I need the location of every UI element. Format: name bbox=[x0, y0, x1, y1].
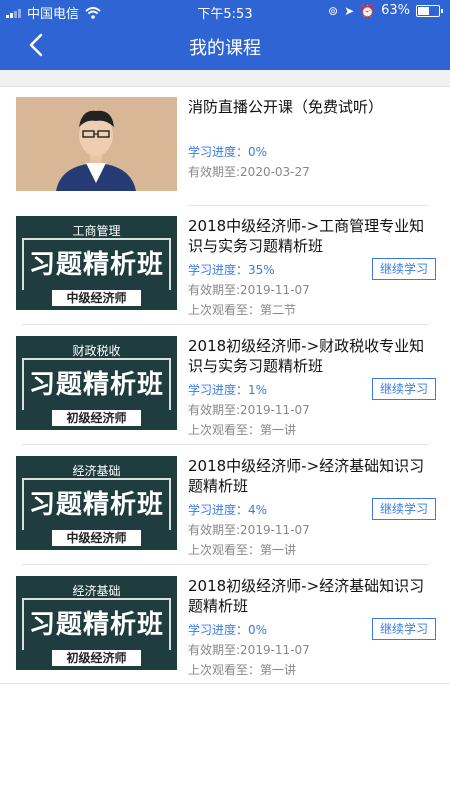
last-watched: 上次观看至：第二节 bbox=[188, 303, 297, 317]
course-thumbnail: 经济基础 习题精析班 初级经济师 bbox=[16, 576, 177, 670]
app-header: 中国电信 下午5:53 ⊚ ➤ ⏰ 63% 我的课程 bbox=[0, 0, 450, 70]
thumbnail-subject: 经济基础 bbox=[72, 464, 121, 478]
course-title: 2018中级经济师->工商管理专业知识与实务习题精析班 bbox=[188, 217, 425, 255]
thumbnail-subject: 财政税收 bbox=[72, 344, 121, 358]
section-spacer bbox=[0, 70, 450, 87]
location-icon: ➤ bbox=[344, 3, 355, 18]
last-watched: 上次观看至：第一讲 bbox=[188, 663, 297, 677]
course-thumbnail: 经济基础 习题精析班 中级经济师 bbox=[16, 456, 177, 550]
instructor-photo bbox=[16, 97, 177, 191]
rotation-lock-icon: ⊚ bbox=[328, 3, 339, 18]
battery-icon bbox=[416, 4, 443, 17]
course-title: 2018初级经济师->财政税收专业知识与实务习题精析班 bbox=[188, 337, 425, 375]
thumbnail-heading: 习题精析班 bbox=[28, 490, 164, 520]
divider bbox=[22, 324, 428, 325]
course-card[interactable]: 财政税收 习题精析班 初级经济师 2018初级经济师->财政税收专业知识与实务习… bbox=[0, 326, 450, 444]
divider bbox=[22, 564, 428, 565]
thumbnail-level: 中级经济师 bbox=[52, 530, 141, 546]
course-thumbnail: 工商管理 习题精析班 中级经济师 bbox=[16, 216, 177, 310]
course-expiry: 有效期至:2019-11-07 bbox=[188, 643, 310, 657]
course-thumbnail: 财政税收 习题精析班 初级经济师 bbox=[16, 336, 177, 430]
course-thumbnail bbox=[16, 97, 177, 191]
thumbnail-heading: 习题精析班 bbox=[28, 610, 164, 640]
course-card[interactable]: 经济基础 习题精析班 初级经济师 2018初级经济师->经济基础知识习题精析班 … bbox=[0, 566, 450, 684]
course-progress: 学习进度：1% bbox=[188, 383, 268, 397]
course-title: 消防直播公开课（免费试听） bbox=[188, 98, 384, 116]
last-watched: 上次观看至：第一讲 bbox=[188, 423, 297, 437]
course-card[interactable]: 工商管理 习题精析班 中级经济师 2018中级经济师->工商管理专业知识与实务习… bbox=[0, 206, 450, 324]
status-bar: 中国电信 下午5:53 ⊚ ➤ ⏰ 63% bbox=[0, 0, 450, 22]
course-card[interactable]: 经济基础 习题精析班 中级经济师 2018中级经济师->经济基础知识习题精析班 … bbox=[0, 446, 450, 564]
thumbnail-level: 初级经济师 bbox=[52, 410, 141, 426]
continue-learning-button[interactable]: 继续学习 bbox=[372, 378, 436, 400]
page-title: 我的课程 bbox=[189, 38, 261, 59]
course-expiry: 有效期至:2020-03-27 bbox=[188, 165, 310, 179]
divider bbox=[22, 444, 428, 445]
course-title: 2018初级经济师->经济基础知识习题精析班 bbox=[188, 577, 425, 615]
last-watched: 上次观看至：第一讲 bbox=[188, 543, 297, 557]
course-card[interactable]: 消防直播公开课（免费试听） 学习进度：0% 有效期至:2020-03-27 bbox=[0, 87, 450, 205]
course-progress: 学习进度：0% bbox=[188, 623, 268, 637]
continue-learning-button[interactable]: 继续学习 bbox=[372, 258, 436, 280]
continue-learning-button[interactable]: 继续学习 bbox=[372, 498, 436, 520]
thumbnail-heading: 习题精析班 bbox=[28, 250, 164, 280]
battery-percent: 63% bbox=[381, 3, 410, 18]
thumbnail-heading: 习题精析班 bbox=[28, 370, 164, 400]
course-title: 2018中级经济师->经济基础知识习题精析班 bbox=[188, 457, 425, 495]
thumbnail-subject: 经济基础 bbox=[72, 584, 121, 598]
thumbnail-level: 中级经济师 bbox=[52, 290, 141, 306]
divider bbox=[0, 683, 450, 684]
course-progress: 学习进度：35% bbox=[188, 263, 275, 277]
alarm-icon: ⏰ bbox=[360, 3, 376, 18]
course-progress: 学习进度：0% bbox=[188, 145, 268, 159]
continue-learning-button[interactable]: 继续学习 bbox=[372, 618, 436, 640]
thumbnail-subject: 工商管理 bbox=[72, 224, 121, 238]
navigation-bar: 我的课程 bbox=[0, 22, 450, 70]
thumbnail-level: 初级经济师 bbox=[52, 650, 141, 666]
course-expiry: 有效期至:2019-11-07 bbox=[188, 523, 310, 537]
course-expiry: 有效期至:2019-11-07 bbox=[188, 403, 310, 417]
course-expiry: 有效期至:2019-11-07 bbox=[188, 283, 310, 297]
course-progress: 学习进度：4% bbox=[188, 503, 268, 517]
